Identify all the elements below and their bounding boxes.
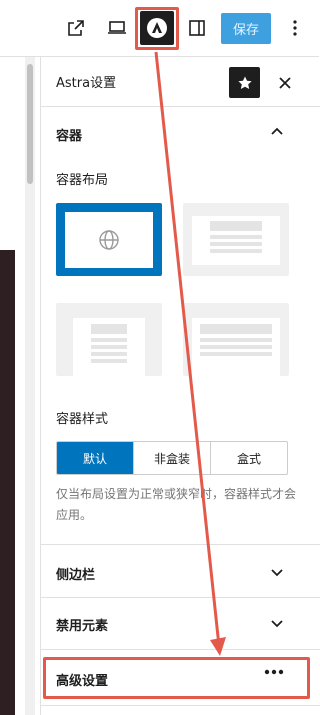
sidebar-header: Astra设置 bbox=[41, 57, 320, 107]
divider bbox=[41, 649, 320, 650]
layout-option-narrow[interactable] bbox=[56, 303, 162, 376]
container-layout-label: 容器布局 bbox=[56, 173, 109, 188]
editor-canvas bbox=[0, 57, 40, 715]
close-icon bbox=[278, 76, 291, 89]
sidebar-title: Astra设置 bbox=[56, 76, 117, 91]
container-style-toggle: 默认 非盒装 盒式 bbox=[56, 441, 288, 475]
style-option-boxed[interactable]: 盒式 bbox=[210, 442, 287, 474]
laptop-icon[interactable] bbox=[99, 10, 135, 46]
more-vertical-icon[interactable] bbox=[277, 10, 313, 46]
style-option-default[interactable]: 默认 bbox=[57, 442, 133, 474]
layout-option-full-width[interactable] bbox=[56, 203, 162, 276]
star-icon bbox=[237, 76, 252, 89]
scrollbar-thumb[interactable] bbox=[27, 64, 33, 184]
astra-button-highlight bbox=[135, 7, 179, 50]
close-button[interactable] bbox=[269, 67, 300, 98]
divider bbox=[41, 544, 320, 545]
content-block bbox=[0, 250, 15, 715]
save-button[interactable]: 保存 bbox=[221, 13, 271, 44]
globe-icon bbox=[99, 230, 119, 250]
divider bbox=[41, 705, 320, 706]
layout-option-content-boxed[interactable] bbox=[183, 303, 289, 376]
chevron-up-icon[interactable] bbox=[270, 125, 284, 139]
divider bbox=[41, 597, 320, 598]
container-section-title[interactable]: 容器 bbox=[56, 125, 82, 144]
style-option-unboxed[interactable]: 非盒装 bbox=[133, 442, 210, 474]
chevron-down-icon[interactable] bbox=[270, 616, 284, 630]
external-link-icon[interactable] bbox=[58, 10, 94, 46]
sidebar-section-title[interactable]: 侧边栏 bbox=[56, 564, 95, 583]
advanced-settings-highlight bbox=[43, 657, 310, 699]
star-button[interactable] bbox=[229, 67, 260, 98]
chevron-down-icon[interactable] bbox=[270, 565, 284, 579]
layout-option-normal[interactable] bbox=[183, 203, 289, 276]
disable-elements-section-title[interactable]: 禁用元素 bbox=[56, 615, 108, 634]
container-style-label: 容器样式 bbox=[56, 412, 109, 427]
settings-sidebar: Astra设置 容器 容器布局 容器样式 默认 非盒装 盒式 仅当布局设置为正常… bbox=[40, 57, 320, 715]
sidebar-toggle-icon[interactable] bbox=[179, 10, 215, 46]
container-style-help: 仅当布局设置为正常或狭窄时，容器样式才会应用。 bbox=[56, 487, 297, 522]
